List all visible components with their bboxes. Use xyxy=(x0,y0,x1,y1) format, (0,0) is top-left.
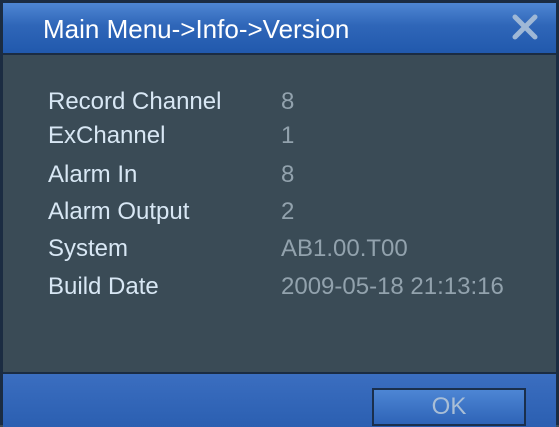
info-label: System xyxy=(48,235,129,262)
close-icon xyxy=(512,14,538,40)
ok-button[interactable]: OK xyxy=(372,388,526,426)
info-label: Alarm In xyxy=(48,161,138,188)
info-value: 8 xyxy=(281,88,295,115)
window-title: Main Menu->Info->Version xyxy=(43,14,350,44)
info-value: 1 xyxy=(281,122,295,149)
info-label: Record Channel xyxy=(48,88,222,115)
info-label: ExChannel xyxy=(48,122,166,149)
info-value: 2 xyxy=(281,198,295,225)
title-bar: Main Menu->Info->Version xyxy=(3,3,556,55)
button-bar: OK xyxy=(3,372,556,427)
info-panel: Record Channel 8 ExChannel 1 Alarm In 8 … xyxy=(3,55,556,372)
info-value: 8 xyxy=(281,161,295,188)
info-label: Build Date xyxy=(48,273,159,300)
info-value: 2009-05-18 21:13:16 xyxy=(281,273,504,300)
version-dialog: Main Menu->Info->Version Record Channel … xyxy=(0,0,559,427)
info-label: Alarm Output xyxy=(48,198,190,225)
close-button[interactable] xyxy=(510,12,540,42)
info-value: AB1.00.T00 xyxy=(281,235,408,262)
